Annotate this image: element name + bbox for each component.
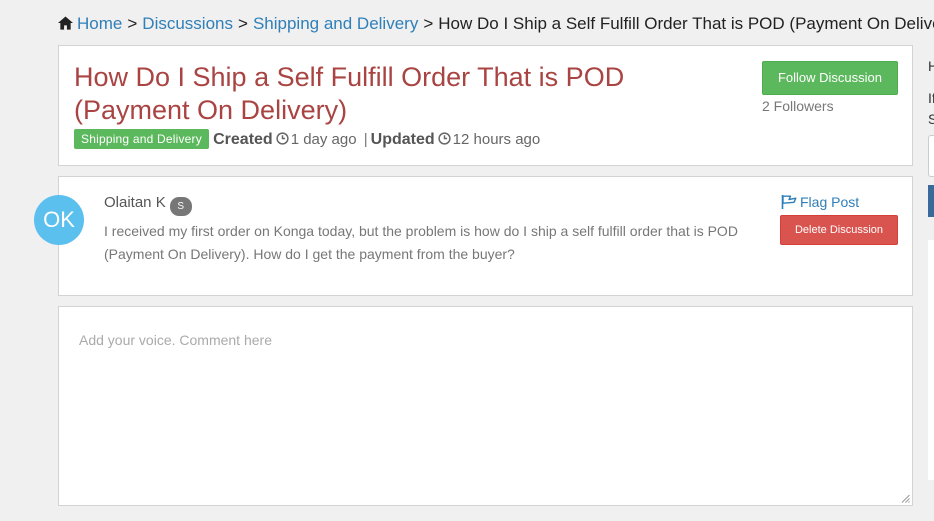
author-name[interactable]: Olaitan K: [104, 194, 166, 211]
avatar[interactable]: OK: [34, 195, 84, 245]
breadcrumb-separator: >: [238, 14, 248, 33]
post-body: I received my first order on Konga today…: [104, 223, 738, 262]
clock-icon: [438, 132, 451, 145]
right-sidebar: H If S: [922, 45, 934, 521]
breadcrumb-separator: >: [127, 14, 138, 33]
breadcrumb-category-link[interactable]: Shipping and Delivery: [253, 14, 418, 33]
discussion-title: How Do I Ship a Self Fulfill Order That …: [74, 62, 625, 125]
right-sidebar-button[interactable]: [928, 185, 934, 217]
flag-icon: [781, 195, 797, 209]
home-icon: [58, 16, 73, 30]
post-panel: Olaitan KS I received my first order on …: [58, 176, 913, 296]
breadcrumb-current: How Do I Ship a Self Fulfill Order That …: [438, 14, 934, 33]
breadcrumb-separator: >: [423, 14, 434, 33]
discussion-meta: Shipping and Delivery Created 1 day ago |…: [74, 129, 540, 149]
post-author: Olaitan KS: [104, 194, 192, 216]
right-sidebar-input[interactable]: [928, 135, 934, 177]
flag-post-link[interactable]: Flag Post: [781, 194, 859, 210]
resize-handle-icon[interactable]: [901, 494, 910, 503]
right-sidebar-text: S: [928, 111, 934, 127]
created-label: Created: [213, 131, 273, 148]
breadcrumb-home-link[interactable]: Home: [77, 14, 122, 33]
author-badge: S: [169, 197, 192, 216]
followers-count: 2 Followers: [762, 98, 834, 114]
category-tag[interactable]: Shipping and Delivery: [74, 129, 209, 149]
created-value: 1 day ago: [290, 131, 357, 148]
breadcrumb: Home > Discussions > Shipping and Delivery > H…: [58, 13, 934, 35]
right-sidebar-text: If: [928, 90, 934, 106]
discussion-header-panel: How Do I Ship a Self Fulfill Order That …: [58, 45, 913, 166]
updated-value: 12 hours ago: [452, 131, 541, 148]
comment-panel: [58, 306, 913, 506]
follow-discussion-button[interactable]: Follow Discussion: [762, 61, 898, 95]
updated-label: Updated: [370, 131, 435, 148]
delete-discussion-button[interactable]: Delete Discussion: [780, 215, 898, 245]
right-sidebar-text: H: [928, 58, 934, 74]
right-sidebar-panel: [928, 240, 934, 480]
comment-input[interactable]: [59, 307, 912, 505]
breadcrumb-discussions-link[interactable]: Discussions: [142, 14, 233, 33]
meta-divider: |: [363, 131, 368, 148]
clock-icon: [276, 132, 289, 145]
flag-post-label[interactable]: Flag Post: [800, 194, 859, 210]
